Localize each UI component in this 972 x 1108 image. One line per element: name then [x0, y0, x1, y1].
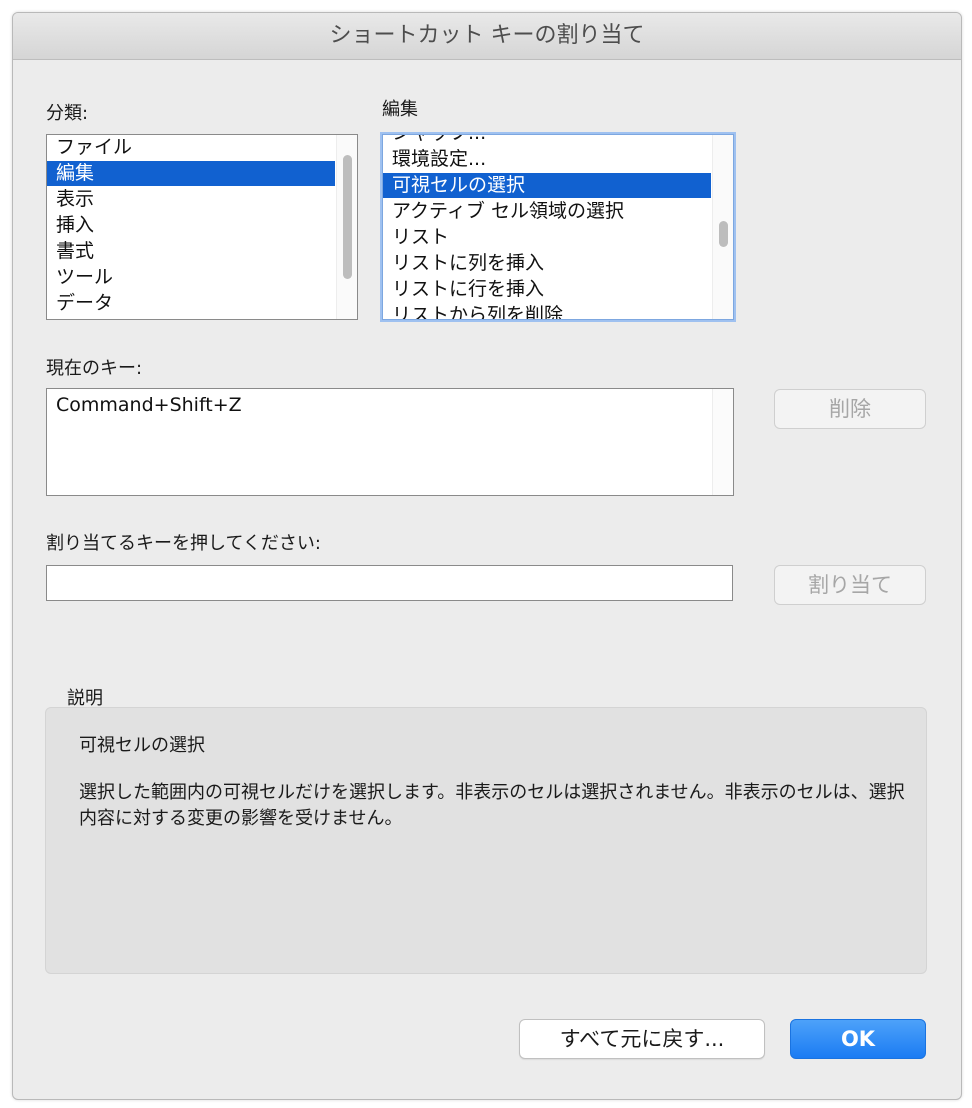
- list-item[interactable]: アクティブ セル領域の選択: [383, 199, 711, 224]
- list-item[interactable]: 表示: [47, 187, 335, 212]
- ok-button[interactable]: OK: [790, 1019, 926, 1059]
- description-title: 可視セルの選択: [79, 735, 205, 756]
- categories-label: 分類:: [46, 103, 89, 124]
- list-item[interactable]: 可視セルの選択: [383, 173, 711, 198]
- assign-key-input[interactable]: [46, 565, 733, 601]
- commands-scrollbar[interactable]: [712, 135, 733, 319]
- description-panel: 可視セルの選択 選択した範囲内の可視セルだけを選択します。非表示のセルは選択され…: [45, 707, 927, 974]
- list-item[interactable]: リストに行を挿入: [383, 277, 711, 302]
- assign-button[interactable]: 割り当て: [774, 565, 926, 605]
- list-item[interactable]: リストに列を挿入: [383, 251, 711, 276]
- current-keys-list[interactable]: Command+Shift+Z: [46, 388, 734, 496]
- list-item[interactable]: 挿入: [47, 213, 335, 238]
- commands-label: 編集: [382, 99, 418, 120]
- list-item[interactable]: ファイル: [47, 135, 335, 160]
- list-item[interactable]: データ: [47, 291, 335, 316]
- delete-button[interactable]: 削除: [774, 389, 926, 429]
- window-title: ショートカット キーの割り当て: [13, 13, 961, 60]
- description-body: 選択した範囲内の可視セルだけを選択します。非表示のセルは選択されません。非表示の…: [79, 782, 905, 829]
- list-item[interactable]: ツール: [47, 265, 335, 290]
- current-key-item[interactable]: Command+Shift+Z: [47, 393, 711, 418]
- commands-scroll-thumb[interactable]: [719, 221, 728, 247]
- reset-all-button[interactable]: すべて元に戻す...: [519, 1019, 765, 1059]
- current-keys-scrollbar[interactable]: [712, 389, 733, 495]
- categories-list[interactable]: データ ツール 書式 挿入 表示 編集 ファイル: [46, 134, 358, 320]
- list-item[interactable]: リストから列を削除: [383, 303, 711, 319]
- list-item[interactable]: 書式: [47, 239, 335, 264]
- categories-scrollbar[interactable]: [336, 135, 357, 319]
- categories-scroll-thumb[interactable]: [343, 155, 352, 279]
- assign-key-label: 割り当てるキーを押してください:: [46, 533, 321, 554]
- list-item[interactable]: シャッフ...: [383, 135, 711, 146]
- current-keys-label: 現在のキー:: [46, 358, 143, 379]
- list-item[interactable]: リスト: [383, 225, 711, 250]
- commands-list[interactable]: リストから列を削除 リストに行を挿入 リストに列を挿入 リスト アクティブ セル領域の選…: [382, 134, 734, 320]
- list-item[interactable]: 環境設定...: [383, 147, 711, 172]
- shortcut-dialog: ショートカット キーの割り当て 分類: データ ツール 書式 挿入 表示 編集 ファイル 編…: [12, 12, 962, 1100]
- list-item[interactable]: 編集: [47, 161, 335, 186]
